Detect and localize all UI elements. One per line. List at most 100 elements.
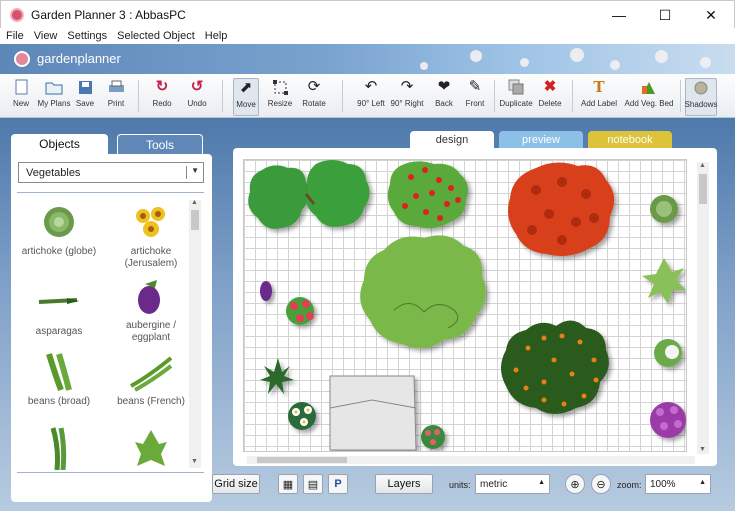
scrollbar-thumb[interactable]	[191, 210, 199, 230]
garden-plan-drawing	[248, 160, 686, 451]
object-aubergine[interactable]: aubergine / eggplant	[107, 274, 195, 344]
back-button[interactable]: ❤ Back	[431, 78, 457, 116]
design-canvas[interactable]: ▲ ▼	[233, 148, 717, 466]
save-button[interactable]: Save	[73, 78, 97, 116]
print-button[interactable]: Print	[104, 78, 128, 116]
aubergine-icon[interactable]	[260, 281, 272, 301]
canvas-vertical-scrollbar[interactable]: ▲ ▼	[697, 162, 709, 454]
object-beans-french[interactable]: beans (French)	[107, 350, 195, 408]
scroll-up-icon[interactable]: ▲	[191, 199, 198, 206]
flower-cluster-icon[interactable]	[421, 425, 445, 449]
add-label-button[interactable]: T Add Label	[580, 78, 618, 116]
menu-selected-object[interactable]: Selected Object	[113, 30, 199, 42]
undo-button[interactable]: ↺ Undo	[183, 78, 211, 116]
asparagus-icon	[37, 280, 81, 324]
my-plans-button[interactable]: My Plans	[36, 78, 72, 116]
text-icon: T	[593, 78, 605, 96]
purple-flowers-icon[interactable]	[650, 402, 686, 438]
blossom-decoration	[700, 57, 711, 68]
rotate-left-button[interactable]: ↶ 90° Left	[355, 78, 387, 116]
rotate-right-button[interactable]: ↷ 90° Right	[389, 78, 425, 116]
category-select[interactable]: Vegetables ▼	[18, 162, 204, 183]
scroll-down-icon[interactable]: ▼	[699, 446, 706, 453]
object-item[interactable]	[107, 426, 195, 470]
object-item[interactable]	[15, 426, 103, 470]
tab-objects[interactable]: Objects	[11, 134, 108, 154]
tomato-plant-icon[interactable]	[387, 161, 468, 229]
close-button[interactable]: ✕	[688, 1, 734, 29]
garden-grid[interactable]	[243, 159, 687, 452]
maximize-button[interactable]: ☐	[642, 1, 688, 29]
leafy-plant-icon	[129, 426, 173, 470]
artichoke-icon[interactable]	[650, 195, 678, 223]
minimize-button[interactable]: —	[596, 1, 642, 29]
menu-settings[interactable]: Settings	[63, 30, 111, 42]
object-list-scrollbar[interactable]: ▲ ▼	[189, 199, 201, 468]
parking-toggle-button[interactable]: P	[328, 474, 348, 494]
new-button[interactable]: New	[9, 78, 33, 116]
scrollbar-thumb[interactable]	[257, 457, 347, 463]
folder-icon	[45, 78, 63, 96]
resize-icon	[271, 78, 289, 96]
resize-button[interactable]: Resize	[266, 78, 294, 116]
grid-toggle-button[interactable]: ▦	[278, 474, 298, 494]
duplicate-button[interactable]: Duplicate	[499, 78, 533, 116]
menu-view[interactable]: View	[30, 30, 62, 42]
rotate-button[interactable]: ⟳ Rotate	[299, 78, 329, 116]
tab-tools[interactable]: Tools	[117, 134, 203, 154]
tab-design[interactable]: design	[410, 131, 494, 148]
beans-broad-icon	[37, 350, 81, 394]
zoom-select[interactable]: 100% ▲	[645, 474, 711, 494]
duplicate-icon	[507, 78, 525, 96]
delete-button[interactable]: ✖ Delete	[536, 78, 564, 116]
front-label: Front	[465, 99, 485, 108]
ruler-toggle-button[interactable]: ▤	[303, 474, 323, 494]
flower-logo-icon	[14, 51, 30, 67]
back-icon: ❤	[437, 78, 451, 95]
tree-icon[interactable]	[306, 160, 370, 227]
toolbar: New My Plans Save Print ↻ Redo ↺ Undo ⬈ …	[0, 74, 735, 118]
shadows-button[interactable]: Shadows	[685, 78, 717, 116]
parking-icon: P	[334, 478, 342, 490]
tree-icon[interactable]	[248, 165, 310, 229]
save-label: Save	[75, 99, 95, 108]
chevron-down-icon: ▼	[191, 166, 199, 175]
new-label: New	[12, 99, 29, 108]
cold-frame-icon[interactable]	[329, 375, 417, 451]
scrollbar-thumb[interactable]	[699, 174, 707, 204]
object-artichoke-globe[interactable]: artichoke (globe)	[15, 200, 103, 258]
layers-button[interactable]: Layers	[375, 474, 433, 494]
blossom-decoration	[520, 58, 529, 67]
fern-icon[interactable]	[260, 358, 294, 394]
menu-help[interactable]: Help	[201, 30, 232, 42]
blossom-decoration	[610, 60, 620, 70]
pumpkin-vine-icon[interactable]	[501, 320, 609, 414]
zoom-in-icon: ⊕	[570, 478, 580, 491]
tab-notebook[interactable]: notebook	[588, 131, 672, 148]
canvas-horizontal-scrollbar[interactable]	[247, 456, 695, 464]
add-veg-bed-button[interactable]: Add Veg. Bed	[624, 78, 674, 116]
cauliflower-icon[interactable]	[654, 339, 682, 367]
object-artichoke-jerusalem[interactable]: artichoke (Jerusalem)	[107, 200, 195, 270]
front-button[interactable]: ✎ Front	[461, 78, 489, 116]
object-beans-broad[interactable]: beans (broad)	[15, 350, 103, 408]
shrub-icon[interactable]	[360, 235, 486, 349]
beans-french-icon	[129, 350, 173, 394]
tab-preview[interactable]: preview	[499, 131, 583, 148]
daisy-flowers-icon[interactable]	[288, 402, 316, 430]
scroll-up-icon[interactable]: ▲	[699, 162, 706, 169]
toolbar-separator	[572, 80, 573, 112]
zoom-out-button[interactable]: ⊖	[591, 474, 611, 494]
menu-file[interactable]: File	[2, 30, 28, 42]
grid-size-button[interactable]: Grid size	[212, 474, 260, 494]
scroll-down-icon[interactable]: ▼	[191, 458, 198, 465]
units-select[interactable]: metric ▲	[475, 474, 550, 494]
zoom-in-button[interactable]: ⊕	[565, 474, 585, 494]
move-button[interactable]: ⬈ Move	[233, 78, 259, 116]
zoom-value: 100%	[650, 478, 676, 490]
dropdown-divider	[186, 166, 187, 179]
redo-button[interactable]: ↻ Redo	[148, 78, 176, 116]
artichoke-jerusalem-icon	[129, 200, 173, 244]
leafy-vegetable-icon[interactable]	[642, 258, 686, 304]
object-asparagas[interactable]: asparagas	[15, 280, 103, 338]
